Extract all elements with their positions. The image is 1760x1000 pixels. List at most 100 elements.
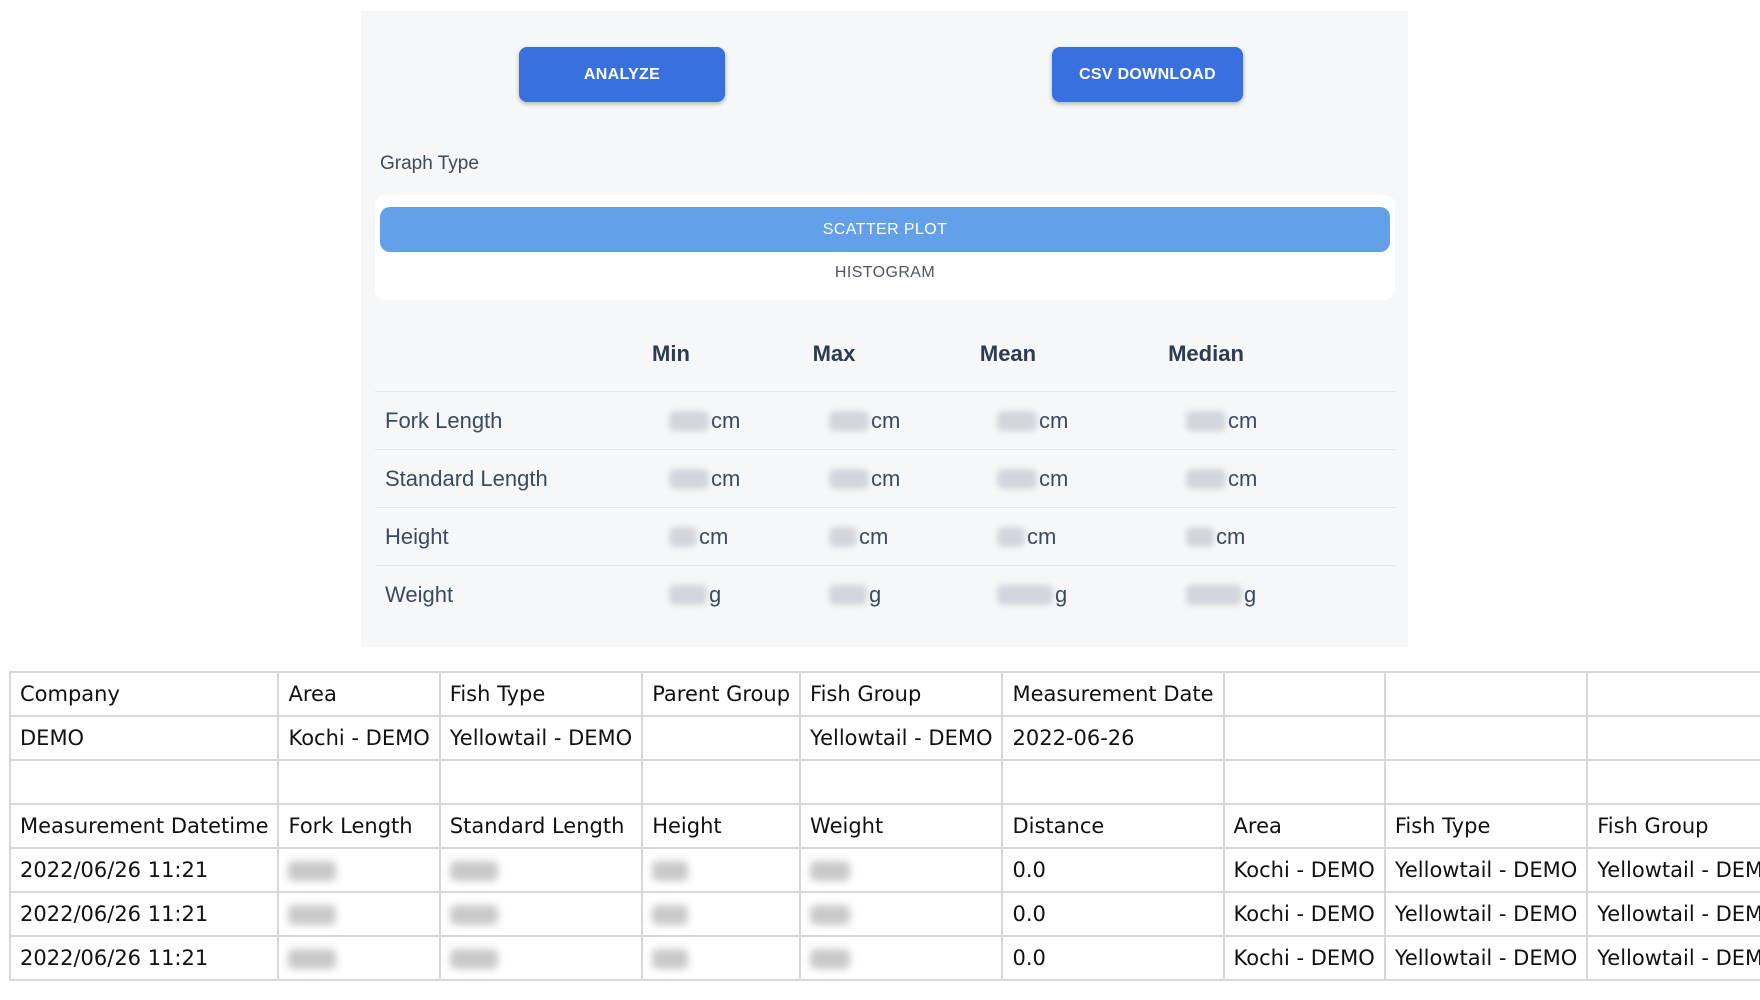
stat-min: cm [669,524,728,550]
redacted-value [652,861,689,881]
table-cell [277,847,441,893]
stats-header-median: Median [1168,341,1244,366]
scatter-plot-option[interactable]: SCATTER PLOT [380,207,1390,252]
table-cell [8,759,280,805]
stat-unit: g [1244,582,1257,607]
stats-row-height: Height cm cm cm cm [375,508,1395,566]
table-cell: 2022-06-26 [1001,715,1225,761]
stat-unit: cm [871,408,901,433]
table-cell: Measurement Date [1001,671,1225,717]
redacted-value [810,949,851,969]
stats-row-fork-length: Fork Length cm cm cm cm [375,392,1395,450]
histogram-option[interactable]: HISTOGRAM [380,253,1390,293]
table-cell [641,935,802,981]
stat-unit: g [1055,582,1068,607]
table-cell [641,847,802,893]
stat-min: cm [669,466,740,492]
table-cell: Standard Length [438,803,644,849]
stat-max: cm [829,524,888,550]
table-cell [438,759,644,805]
stat-unit: g [709,582,722,607]
table-cell [799,891,1004,937]
table-cell: Kochi - DEMO [277,715,441,761]
stat-min: g [669,582,721,608]
table-cell [438,847,644,893]
stat-unit: cm [1228,408,1258,433]
summary-header-row: Company Area Fish Type Parent Group Fish… [8,671,1760,717]
stat-unit: cm [1039,466,1069,491]
analyze-button[interactable]: ANALYZE [519,47,725,102]
stats-row-label: Height [385,524,449,549]
table-cell: Fish Type [438,671,644,717]
table-cell [1383,759,1589,805]
stat-unit: cm [1039,408,1069,433]
stat-unit: g [869,582,882,607]
table-cell [641,715,802,761]
table-cell [799,847,1004,893]
stat-mean: cm [997,524,1056,550]
redacted-value [810,861,851,881]
table-cell: Measurement Datetime [8,803,280,849]
table-cell [1383,671,1589,717]
table-cell: Company [8,671,280,717]
stat-unit: cm [711,466,741,491]
table-cell [277,759,441,805]
csv-download-button[interactable]: CSV DOWNLOAD [1052,47,1243,102]
table-cell: Yellowtail - DEMO [1383,891,1589,937]
table-cell: Distance [1001,803,1225,849]
table-row: 2022/06/26 11:21 0.0 Kochi - DEMO Yellow… [8,891,1760,937]
redacted-value [449,949,498,969]
table-row: 2022/06/26 11:21 0.0 Kochi - DEMO Yellow… [8,935,1760,981]
table-cell: 0.0 [1001,891,1225,937]
table-cell: Weight [799,803,1004,849]
table-cell: Yellowtail - DEMO [1586,847,1760,893]
stat-median: cm [1186,524,1245,550]
table-cell: Height [641,803,802,849]
stats-header-mean: Mean [979,341,1037,366]
stats-header-min: Min [652,341,690,366]
table-cell [277,935,441,981]
stat-unit: cm [1228,466,1258,491]
redacted-value [652,949,689,969]
table-cell [1586,759,1760,805]
table-cell: DEMO [8,715,280,761]
table-cell [438,935,644,981]
stat-mean: cm [997,466,1068,492]
table-cell: 2022/06/26 11:21 [8,935,280,981]
table-cell: Yellowtail - DEMO [438,715,644,761]
table-cell: Yellowtail - DEMO [1383,847,1589,893]
redacted-value [288,905,337,925]
stat-median: g [1186,582,1256,608]
table-cell [1586,715,1760,761]
analysis-panel: ANALYZE CSV DOWNLOAD Graph Type SCATTER … [361,11,1408,647]
table-cell [1383,715,1589,761]
stats-row-standard-length: Standard Length cm cm cm cm [375,450,1395,508]
table-cell: Yellowtail - DEMO [799,715,1004,761]
stat-max: cm [829,466,900,492]
table-cell [277,891,441,937]
measurement-data-table: Company Area Fish Type Parent Group Fish… [8,671,1760,981]
stats-row-label: Weight [385,582,454,607]
stat-mean: g [997,582,1067,608]
table-cell: Area [277,671,441,717]
table-cell [438,891,644,937]
stat-max: cm [829,408,900,434]
table-cell [1222,671,1386,717]
table-cell [1586,671,1760,717]
stat-median: cm [1186,466,1257,492]
stat-unit: cm [1027,524,1057,549]
stat-mean: cm [997,408,1068,434]
graph-type-label: Graph Type [380,153,479,174]
stat-unit: cm [871,466,901,491]
table-cell: 2022/06/26 11:21 [8,847,280,893]
table-cell: Fish Group [799,671,1004,717]
table-row: 2022/06/26 11:21 0.0 Kochi - DEMO Yellow… [8,847,1760,893]
stats-row-weight: Weight g g g g [375,566,1395,623]
table-cell [799,935,1004,981]
stats-header-max: Max [812,341,856,366]
redacted-value [652,905,689,925]
stats-header-row: Min Max Mean Median [375,317,1395,392]
table-cell [1001,759,1225,805]
stat-max: g [829,582,881,608]
table-cell: 0.0 [1001,847,1225,893]
